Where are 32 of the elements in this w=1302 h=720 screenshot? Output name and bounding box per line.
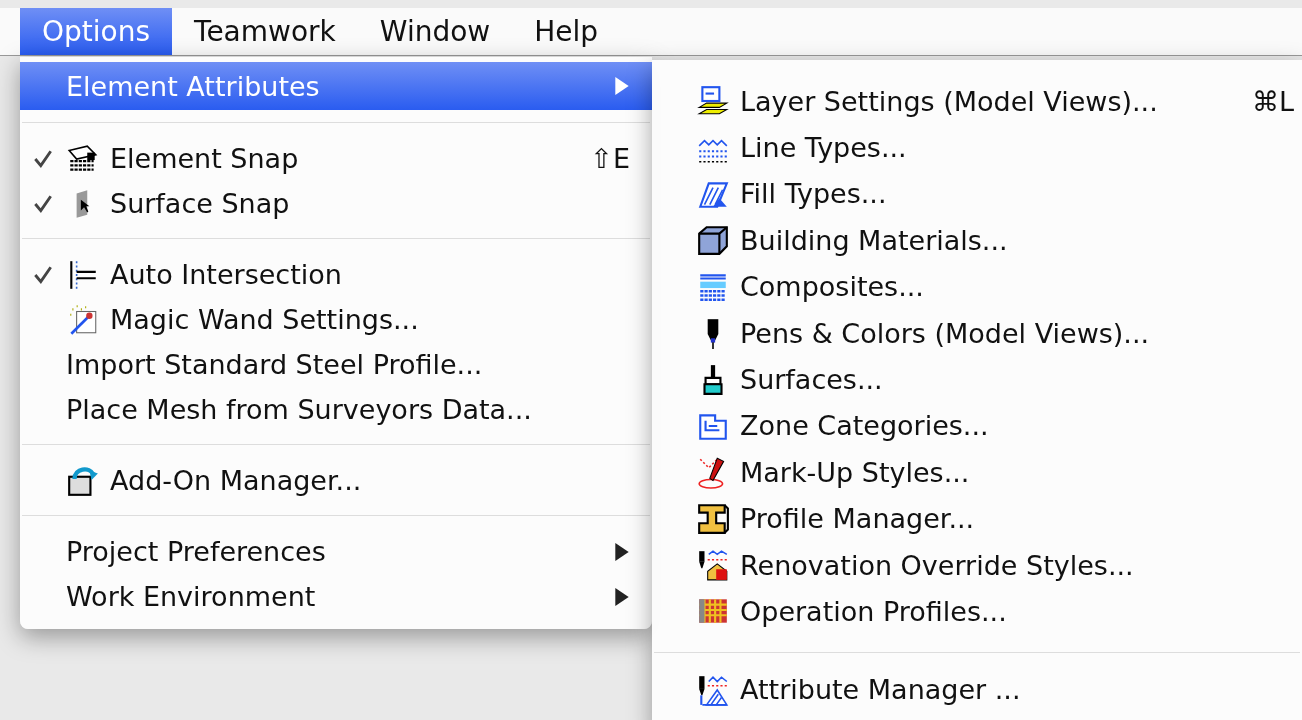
menu-item[interactable]: Project Preferences [20,529,652,574]
menu-item[interactable]: Element Snap ⇧E [20,136,652,181]
menu-item[interactable]: Magic Wand Settings... [20,297,652,342]
menu-item[interactable]: Place Mesh from Surveyors Data... [20,387,652,432]
cube-icon [696,223,730,258]
menu-item[interactable]: Element Attributes [20,62,652,110]
menu-item[interactable]: Import Standard Steel Profile... [20,342,652,387]
menu-item[interactable]: Operation Profiles... [652,588,1302,635]
menu-bar-item[interactable]: Help [512,8,621,55]
menu-item[interactable]: Renovation Override Styles... [652,541,1302,589]
menu-item[interactable]: Work Environment [20,574,652,619]
menu-item[interactable]: Building Materials... [652,217,1302,264]
menu-item[interactable]: Line Types... [652,124,1302,171]
menu-item[interactable]: Fill Types... [652,170,1302,218]
menu-bar-item[interactable]: Teamwork [172,8,358,55]
menu-item[interactable]: Mark-Up Styles... [652,449,1302,496]
shortcut-label: ⇧E [590,143,630,174]
menu-item[interactable]: Surface Snap [20,181,652,226]
menu-bar-item[interactable]: Options [20,8,173,55]
menu-item[interactable]: Composites... [652,263,1302,310]
menu-item[interactable]: Surfaces... [652,356,1302,403]
menu-item[interactable]: Profile Manager... [652,495,1302,542]
menu-item[interactable]: Attribute Manager ... [652,666,1302,714]
i-beam-icon [696,501,730,536]
shortcut-label: ⌘L [1251,85,1294,117]
menu-item[interactable]: Zone Categories... [652,402,1302,450]
menu-bar-item[interactable]: Window [357,8,513,55]
menu-item[interactable]: Auto Intersection [20,252,652,297]
menu-item[interactable]: Add-On Manager... [20,458,652,503]
pen-house-icon [696,548,730,583]
menu-item[interactable]: Layer Settings (Model Views)... ⌘L [652,78,1302,125]
menu-item[interactable]: Pens & Colors (Model Views)... [652,309,1302,357]
